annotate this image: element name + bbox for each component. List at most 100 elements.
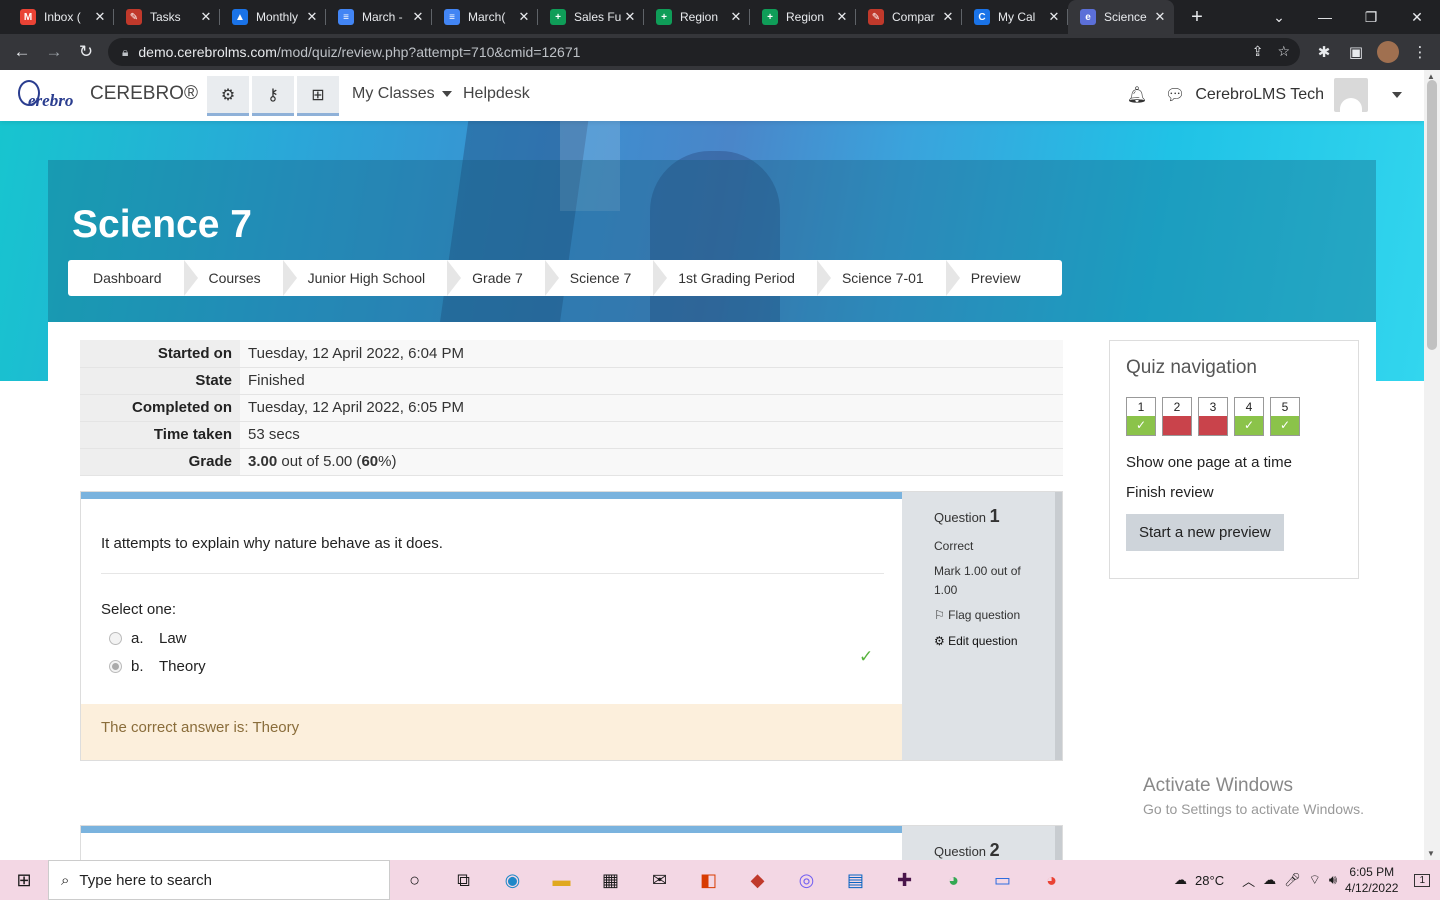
browser-tab[interactable]: ≡ March - ✕ [326,0,432,34]
quiz-nav-button-3[interactable]: 3 [1198,397,1228,436]
radio-button-selected[interactable] [109,660,122,673]
viber-icon[interactable]: ◎ [782,860,831,900]
chat-icon[interactable]: 💬︎ [1165,85,1185,105]
quiz-nav-button-4[interactable]: 4 ✓ [1234,397,1264,436]
file-explorer-icon[interactable]: ▬ [537,860,586,900]
close-tab-icon[interactable]: ✕ [1046,9,1062,25]
profile-avatar[interactable] [1376,37,1400,67]
quiz-nav-button-2[interactable]: 2 [1162,397,1192,436]
weather-icon[interactable]: ☁ [1174,872,1187,888]
close-tab-icon[interactable]: ✕ [198,9,214,25]
cerebro-logo[interactable]: erebro [18,80,73,111]
breadcrumb-item[interactable]: Preview [946,260,1043,296]
breadcrumb-item[interactable]: Grade 7 [447,260,559,296]
breadcrumb-item[interactable]: Science 7 [545,260,668,296]
onedrive-icon[interactable]: ☁ [1263,872,1276,888]
close-tab-icon[interactable]: ✕ [940,9,956,25]
page-scrollbar[interactable]: ▲ ▼ [1424,70,1440,860]
reload-icon[interactable]: ↻ [70,36,102,68]
browser-tab[interactable]: ✎ Tasks ✕ [114,0,220,34]
weather-temp[interactable]: 28°C [1195,873,1224,888]
url-bar[interactable]: 🔒︎ demo.cerebrolms.com/mod/quiz/review.p… [108,38,1300,66]
bookmark-star-icon[interactable]: ☆ [1277,43,1290,60]
chevron-up-icon[interactable]: ︿ [1242,871,1255,890]
radio-button[interactable] [109,632,122,645]
outlook-icon[interactable]: ▤ [831,860,880,900]
browser-tab[interactable]: + Region ✕ [750,0,856,34]
close-tab-icon[interactable]: ✕ [728,9,744,25]
user-name[interactable]: CerebroLMS Tech [1195,86,1324,104]
browser-tab[interactable]: e Science ✕ [1068,0,1174,34]
close-tab-icon[interactable]: ✕ [1152,9,1168,25]
site-brand[interactable]: CEREBRO® [90,83,198,105]
side-panel-icon[interactable]: ▣ [1344,37,1368,67]
app-red-icon[interactable]: ◆ [733,860,782,900]
close-tab-icon[interactable]: ✕ [92,9,108,25]
breadcrumb-item[interactable]: Junior High School [283,260,461,296]
show-one-page-link[interactable]: Show one page at a time [1126,454,1342,471]
close-tab-icon[interactable]: ✕ [622,9,638,25]
browser-tab[interactable]: ≡ March(✕ [432,0,538,34]
slack-icon[interactable]: ✚ [880,860,929,900]
breadcrumb-item[interactable]: Courses [184,260,297,296]
volume-icon[interactable]: 🔊︎ [1329,872,1337,888]
browser-tab[interactable]: C My Cal ✕ [962,0,1068,34]
office-icon[interactable]: ◧ [684,860,733,900]
browser-tab[interactable]: M Inbox (✕ [8,0,114,34]
my-classes-menu[interactable]: My Classes [352,85,452,103]
share-icon[interactable]: ⇪ [1252,43,1264,60]
browser-tab[interactable]: ✎ Compar ✕ [856,0,962,34]
close-tab-icon[interactable]: ✕ [834,9,850,25]
tab-favicon-icon: ≡ [444,9,460,25]
browser-tab[interactable]: + Sales Fu ✕ [538,0,644,34]
edit-question-link[interactable]: ⚙ Edit question [934,632,1055,651]
browser-tab[interactable]: ▲ Monthly ✕ [220,0,326,34]
breadcrumb-item[interactable]: Science 7-01 [817,260,960,296]
taskbar-search-box[interactable]: ⌕ Type here to search [48,860,390,900]
answer-option-b[interactable]: b. Theory [109,658,206,675]
close-tab-icon[interactable]: ✕ [304,9,320,25]
notification-icon[interactable]: 1 [1414,873,1430,887]
bell-icon[interactable]: 🔔︎ [1127,85,1147,105]
quiz-nav-button-5[interactable]: 5 ✓ [1270,397,1300,436]
close-window-button[interactable]: ✕ [1394,0,1440,34]
clock[interactable]: 6:05 PM 4/12/2022 [1345,864,1398,896]
question-info: Question 2 [902,826,1062,860]
chrome-icon[interactable]: ◕ [929,860,978,900]
task-view-icon[interactable]: ⧉ [439,860,488,900]
start-new-preview-button[interactable]: Start a new preview [1126,514,1284,551]
tab-search-icon[interactable]: ⌄ [1256,0,1302,34]
flag-question-link[interactable]: ⚐ Flag question [934,606,1055,625]
new-tab-button[interactable]: + [1182,0,1212,34]
mail-icon[interactable]: ✉ [635,860,684,900]
helpdesk-link[interactable]: Helpdesk [463,85,530,103]
microphone-icon[interactable]: 🎤︎ [1284,872,1301,888]
extensions-icon[interactable]: ✱ [1312,37,1336,67]
user-avatar[interactable] [1334,78,1368,112]
restore-button[interactable]: ❐ [1348,0,1394,34]
store-icon[interactable]: ▦ [586,860,635,900]
settings-gears-icon[interactable]: ⚙ [207,76,249,116]
close-tab-icon[interactable]: ✕ [410,9,426,25]
minimize-button[interactable]: — [1302,0,1348,34]
answer-option-a[interactable]: a. Law [109,630,187,647]
windows-start-icon[interactable]: ⊞ [0,860,48,900]
finish-review-link[interactable]: Finish review [1126,484,1342,501]
browser-tab[interactable]: + Region ✕ [644,0,750,34]
chrome-profile-icon[interactable]: ◕ [1027,860,1076,900]
breadcrumb-item[interactable]: 1st Grading Period [653,260,831,296]
back-icon[interactable]: ← [6,36,38,68]
quiz-nav-button-1[interactable]: 1 ✓ [1126,397,1156,436]
browser-menu-icon[interactable]: ⋮ [1408,37,1432,67]
user-menu-chevron-icon[interactable] [1392,92,1402,98]
close-tab-icon[interactable]: ✕ [516,9,532,25]
sitemap-icon[interactable]: ⊞ [297,76,339,116]
wifi-icon[interactable]: ⌔ [1309,872,1321,888]
breadcrumb-item[interactable]: Dashboard [68,260,197,296]
key-icon[interactable]: ⚷ [252,76,294,116]
remote-desktop-icon[interactable]: ▭ [978,860,1027,900]
edge-icon[interactable]: ◉ [488,860,537,900]
forward-icon[interactable]: → [38,36,70,68]
tab-favicon-icon: C [974,9,990,25]
cortana-icon[interactable]: ○ [390,860,439,900]
